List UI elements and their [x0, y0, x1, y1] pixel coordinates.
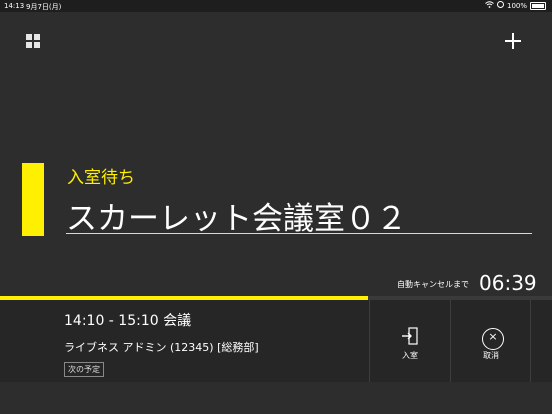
enter-button-label: 入室	[402, 351, 418, 360]
status-indicator-bar	[22, 163, 44, 236]
status-time: 14:13	[4, 2, 25, 10]
meeting-organizer: ライブネス アドミン (12345) [総務部]	[64, 341, 259, 354]
room-name: スカーレット会議室０２	[66, 201, 407, 237]
countdown-timer: 06:39	[479, 271, 537, 295]
footer-area	[0, 382, 552, 414]
enter-door-icon	[400, 326, 420, 346]
room-status: 入室待ち	[67, 168, 135, 188]
status-bar: 14:13 9月7日(月) 100%	[0, 0, 552, 12]
auto-cancel-label: 自動キャンセルまで	[397, 280, 469, 289]
enter-button[interactable]: 入室	[369, 300, 450, 382]
status-right: 100%	[485, 1, 546, 10]
room-name-underline	[66, 233, 532, 234]
battery-percent: 100%	[506, 1, 527, 10]
next-schedule-badge: 次の予定	[64, 362, 104, 377]
more-action-area[interactable]	[530, 300, 552, 382]
grid-icon[interactable]	[26, 34, 40, 48]
wifi-icon	[485, 1, 494, 10]
cancel-button-label: 取消	[483, 351, 499, 360]
location-icon	[496, 1, 504, 10]
cancel-button[interactable]: × 取消	[450, 300, 531, 382]
battery-icon	[530, 1, 546, 10]
meeting-time-title: 14:10 - 15:10 会議	[64, 313, 192, 329]
plus-icon[interactable]	[503, 31, 523, 51]
close-circle-icon: ×	[482, 328, 504, 350]
status-date: 9月7日(月)	[26, 3, 62, 11]
